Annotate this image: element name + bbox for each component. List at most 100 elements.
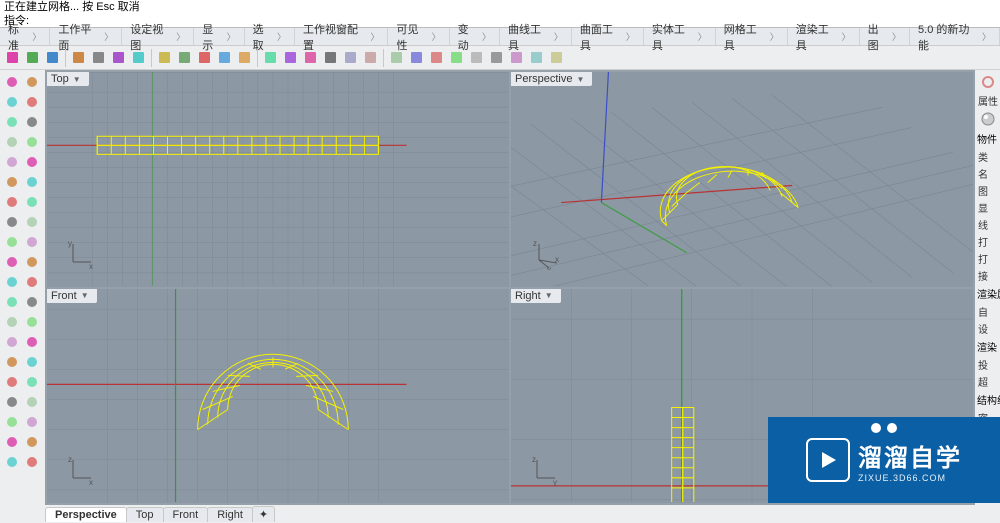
save-button[interactable] bbox=[43, 48, 62, 67]
properties-icon[interactable] bbox=[979, 73, 997, 91]
offset-tool[interactable] bbox=[2, 392, 21, 411]
box-tool[interactable] bbox=[22, 112, 41, 131]
layer-button[interactable] bbox=[341, 48, 360, 67]
help-button[interactable] bbox=[407, 48, 426, 67]
menu-tab-0[interactable]: 标准〉 bbox=[0, 28, 50, 45]
rotate-view-button[interactable] bbox=[215, 48, 234, 67]
props-button[interactable] bbox=[387, 48, 406, 67]
point-tool[interactable] bbox=[2, 272, 21, 291]
menu-tab-10[interactable]: 实体工具〉 bbox=[644, 28, 716, 45]
extrude-tool[interactable] bbox=[22, 292, 41, 311]
move-tool[interactable] bbox=[2, 92, 21, 111]
sweep-tool[interactable] bbox=[22, 312, 41, 331]
isolate-button[interactable] bbox=[527, 48, 546, 67]
mirror-tool[interactable] bbox=[2, 412, 21, 431]
ellipse-tool[interactable] bbox=[22, 212, 41, 231]
viewport-front-label[interactable]: Front ▼ bbox=[47, 289, 97, 303]
join-tool[interactable] bbox=[22, 432, 41, 451]
viewport-tab-top[interactable]: Top bbox=[126, 507, 164, 522]
dim-tool[interactable] bbox=[2, 252, 21, 271]
hide-button[interactable] bbox=[487, 48, 506, 67]
light-tool[interactable] bbox=[22, 272, 41, 291]
loft-tool[interactable] bbox=[2, 312, 21, 331]
rotate-tool[interactable] bbox=[22, 92, 41, 111]
circle-tool[interactable] bbox=[2, 212, 21, 231]
zoom-ext-button[interactable] bbox=[261, 48, 280, 67]
explode-tool[interactable] bbox=[2, 452, 21, 471]
material-icon[interactable] bbox=[979, 110, 997, 128]
split-tool[interactable] bbox=[2, 432, 21, 451]
bool-d-tool[interactable] bbox=[2, 352, 21, 371]
copy-button[interactable] bbox=[109, 48, 128, 67]
viewport-tab-perspective[interactable]: Perspective bbox=[45, 507, 127, 522]
add-viewport-tab[interactable]: ✦ bbox=[252, 506, 275, 522]
sphere-tool[interactable] bbox=[2, 132, 21, 151]
bool-u-tool[interactable] bbox=[22, 332, 41, 351]
render-button[interactable] bbox=[321, 48, 340, 67]
viewport-top-label[interactable]: Top ▼ bbox=[47, 72, 89, 86]
lock-button[interactable] bbox=[507, 48, 526, 67]
cone-tool[interactable] bbox=[2, 152, 21, 171]
torus-tool[interactable] bbox=[22, 152, 41, 171]
cam-tool[interactable] bbox=[2, 292, 21, 311]
new-button[interactable] bbox=[3, 48, 22, 67]
revolve-tool[interactable] bbox=[2, 332, 21, 351]
chevron-down-icon[interactable]: ▼ bbox=[73, 75, 81, 84]
bool-i-tool[interactable] bbox=[22, 352, 41, 371]
hatch-tool[interactable] bbox=[22, 252, 41, 271]
lasso-tool[interactable] bbox=[22, 72, 41, 91]
shade-button[interactable] bbox=[301, 48, 320, 67]
curve-tool[interactable] bbox=[2, 232, 21, 251]
array-tool[interactable] bbox=[22, 392, 41, 411]
menu-tab-3[interactable]: 显示〉 bbox=[194, 28, 244, 45]
menu-tab-8[interactable]: 曲线工具〉 bbox=[500, 28, 572, 45]
menu-tab-5[interactable]: 工作视窗配置〉 bbox=[295, 28, 389, 45]
pointer-tool[interactable] bbox=[2, 72, 21, 91]
viewport-perspective-label[interactable]: Perspective ▼ bbox=[511, 72, 592, 86]
menu-tab-13[interactable]: 出图〉 bbox=[860, 28, 910, 45]
paste-button[interactable] bbox=[129, 48, 148, 67]
zoom-button[interactable] bbox=[235, 48, 254, 67]
undo-button[interactable] bbox=[155, 48, 174, 67]
plugin1-button[interactable] bbox=[427, 48, 446, 67]
menu-tab-1[interactable]: 工作平面〉 bbox=[50, 28, 122, 45]
plugin2-button[interactable] bbox=[447, 48, 466, 67]
wireframe-button[interactable] bbox=[467, 48, 486, 67]
menu-tab-14[interactable]: 5.0 的新功能〉 bbox=[910, 28, 1000, 45]
cut-button[interactable] bbox=[89, 48, 108, 67]
cyl-tool[interactable] bbox=[22, 132, 41, 151]
viewport-top[interactable]: Top ▼ bbox=[47, 72, 509, 287]
polyline-tool[interactable] bbox=[2, 192, 21, 211]
menu-tab-7[interactable]: 变动〉 bbox=[450, 28, 500, 45]
group-tool[interactable] bbox=[22, 452, 41, 471]
scale-tool[interactable] bbox=[2, 112, 21, 131]
print-button[interactable] bbox=[69, 48, 88, 67]
arc-tool[interactable] bbox=[22, 192, 41, 211]
viewport-tab-right[interactable]: Right bbox=[207, 507, 253, 522]
viewport-tab-front[interactable]: Front bbox=[163, 507, 209, 522]
pan-button[interactable] bbox=[195, 48, 214, 67]
viewport-front[interactable]: Front ▼ bbox=[47, 289, 509, 504]
menu-tab-11[interactable]: 网格工具〉 bbox=[716, 28, 788, 45]
trim-tool[interactable] bbox=[22, 412, 41, 431]
chevron-down-icon[interactable]: ▼ bbox=[81, 291, 89, 300]
chevron-down-icon[interactable]: ▼ bbox=[545, 291, 553, 300]
line-tool[interactable] bbox=[22, 172, 41, 191]
menu-tab-12[interactable]: 渲染工具〉 bbox=[788, 28, 860, 45]
text-tool[interactable] bbox=[22, 232, 41, 251]
zoom-window-button[interactable] bbox=[281, 48, 300, 67]
snap-button[interactable] bbox=[547, 48, 566, 67]
chamfer-tool[interactable] bbox=[22, 372, 41, 391]
fillet-tool[interactable] bbox=[2, 372, 21, 391]
menu-tab-2[interactable]: 设定视图〉 bbox=[122, 28, 194, 45]
layer2-button[interactable] bbox=[361, 48, 380, 67]
redo-button[interactable] bbox=[175, 48, 194, 67]
viewport-right-label[interactable]: Right ▼ bbox=[511, 289, 561, 303]
menu-tab-6[interactable]: 可见性〉 bbox=[388, 28, 449, 45]
open-button[interactable] bbox=[23, 48, 42, 67]
plane-tool[interactable] bbox=[2, 172, 21, 191]
menu-tab-9[interactable]: 曲面工具〉 bbox=[572, 28, 644, 45]
viewport-perspective[interactable]: Perspective ▼ bbox=[511, 72, 973, 287]
menu-tab-4[interactable]: 选取〉 bbox=[245, 28, 295, 45]
chevron-down-icon[interactable]: ▼ bbox=[576, 75, 584, 84]
